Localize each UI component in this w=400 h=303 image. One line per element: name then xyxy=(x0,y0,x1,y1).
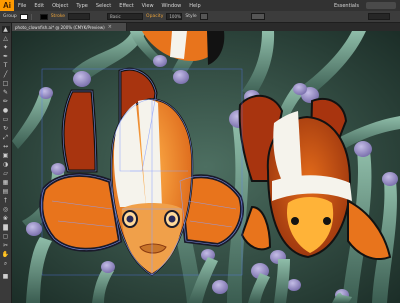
scale-tool-icon[interactable]: ⤢ xyxy=(2,134,10,141)
graphic-style-swatch[interactable] xyxy=(199,13,208,20)
menu-file[interactable]: File xyxy=(14,3,30,9)
blend-tool-icon[interactable]: ◎ xyxy=(2,206,10,213)
close-icon[interactable]: × xyxy=(108,24,112,30)
transform-field[interactable] xyxy=(368,13,390,20)
artboard-canvas[interactable] xyxy=(12,31,400,303)
style-label: Style xyxy=(185,14,197,19)
menu-select[interactable]: Select xyxy=(92,3,115,9)
line-tool-icon[interactable]: ╱ xyxy=(2,71,10,78)
opacity-field[interactable]: 100% xyxy=(166,13,183,20)
align-controls[interactable] xyxy=(250,13,265,20)
pen-tool-icon[interactable]: ✒ xyxy=(2,53,10,60)
width-tool-icon[interactable]: ↔ xyxy=(2,143,10,150)
menu-object[interactable]: Object xyxy=(48,3,72,9)
blob-brush-tool-icon[interactable]: ● xyxy=(2,107,10,114)
stroke-panel-link[interactable]: Stroke xyxy=(51,14,65,19)
menu-effect[interactable]: Effect xyxy=(115,3,137,9)
type-tool-icon[interactable]: T xyxy=(2,62,10,69)
eraser-tool-icon[interactable]: ▭ xyxy=(2,116,10,123)
search-field[interactable] xyxy=(366,2,396,9)
selection-tool-icon[interactable]: ▲ xyxy=(1,26,10,33)
illustrator-app-logo: Ai xyxy=(0,0,14,11)
fill-dropdown[interactable] xyxy=(30,13,37,20)
tools-panel: ▲ △ ✦ ✒ T ╱ □ ✎ ✏ ● ▭ ↻ ⤢ ↔ ▣ ◑ ▱ ▦ ▤ † … xyxy=(0,23,12,303)
rotate-tool-icon[interactable]: ↻ xyxy=(2,125,10,132)
brush-value: Basic xyxy=(110,14,121,19)
mesh-tool-icon[interactable]: ▦ xyxy=(2,179,10,186)
eyedropper-tool-icon[interactable]: † xyxy=(2,197,10,204)
shape-builder-tool-icon[interactable]: ◑ xyxy=(2,161,10,168)
document-tab-title: photo_clownfish.ai* @ 200% (CMYK/Preview… xyxy=(15,24,105,30)
hand-tool-icon[interactable]: ✋ xyxy=(2,251,10,258)
stroke-weight-field[interactable] xyxy=(68,13,91,20)
control-bar: Group Stroke Basic Opacity 100% Style xyxy=(0,11,400,23)
direct-selection-tool-icon[interactable]: △ xyxy=(2,35,10,42)
fill-stroke-icon[interactable]: ■ xyxy=(2,273,10,280)
workspace-switcher[interactable]: Essentials xyxy=(330,3,363,9)
free-transform-tool-icon[interactable]: ▣ xyxy=(2,152,10,159)
fill-swatch[interactable] xyxy=(19,13,28,20)
artboard-tool-icon[interactable]: ▢ xyxy=(2,233,10,240)
selection-type-label: Group xyxy=(3,14,17,19)
menu-window[interactable]: Window xyxy=(158,3,186,9)
slice-tool-icon[interactable]: ✂ xyxy=(2,242,10,249)
zoom-tool-icon[interactable]: ⌕ xyxy=(2,260,10,267)
clownfish-artwork xyxy=(12,31,400,303)
menu-edit[interactable]: Edit xyxy=(30,3,48,9)
menu-help[interactable]: Help xyxy=(185,3,204,9)
stroke-swatch[interactable] xyxy=(39,13,48,20)
rectangle-tool-icon[interactable]: □ xyxy=(2,80,10,87)
paintbrush-tool-icon[interactable]: ✎ xyxy=(2,89,10,96)
opacity-value: 100% xyxy=(169,14,181,19)
perspective-grid-tool-icon[interactable]: ▱ xyxy=(2,170,10,177)
opacity-panel-link[interactable]: Opacity xyxy=(146,14,163,19)
tab-strip xyxy=(127,23,400,31)
menu-bar-right: Essentials xyxy=(330,2,400,9)
symbol-sprayer-tool-icon[interactable]: ❀ xyxy=(2,215,10,222)
gradient-tool-icon[interactable]: ▤ xyxy=(2,188,10,195)
menu-view[interactable]: View xyxy=(138,3,158,9)
menu-type[interactable]: Type xyxy=(72,3,91,9)
pencil-tool-icon[interactable]: ✏ xyxy=(2,98,10,105)
magic-wand-tool-icon[interactable]: ✦ xyxy=(2,44,10,51)
brush-definition-field[interactable]: Basic xyxy=(107,13,144,20)
menu-bar: Ai File Edit Object Type Select Effect V… xyxy=(0,0,400,11)
column-graph-tool-icon[interactable]: ▇ xyxy=(2,224,10,231)
document-tab[interactable]: photo_clownfish.ai* @ 200% (CMYK/Preview… xyxy=(12,23,127,31)
